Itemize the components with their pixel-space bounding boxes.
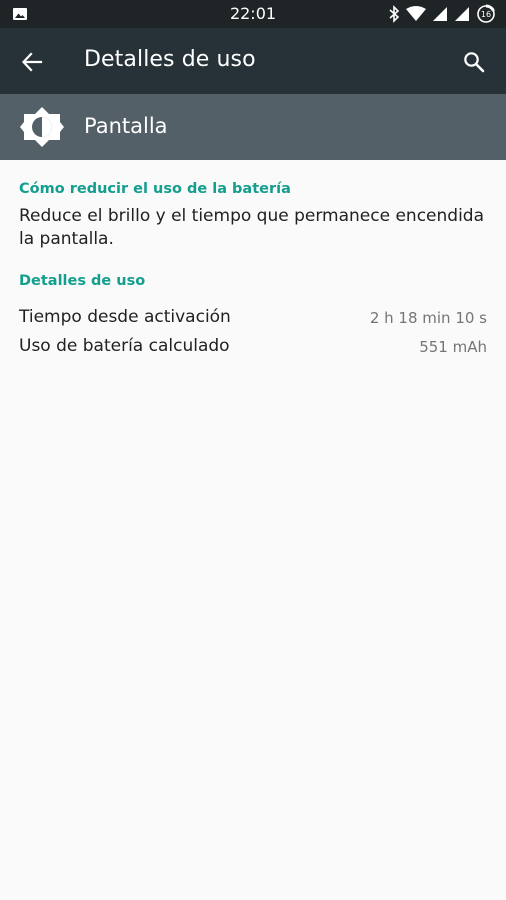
arrow-back-icon xyxy=(21,52,43,72)
row-label: Uso de batería calculado xyxy=(19,336,230,356)
app-bar: Detalles de uso xyxy=(0,28,506,94)
battery-level-text: 16 xyxy=(481,10,491,19)
header-title: Pantalla xyxy=(84,114,168,138)
page-title: Detalles de uso xyxy=(84,47,256,72)
status-icons: 16 xyxy=(388,4,496,24)
tip-section-title: Cómo reducir el uso de la batería xyxy=(19,181,291,197)
usage-row-battery: Uso de batería calculado 551 mAh xyxy=(19,336,487,362)
status-bar: 22:01 16 xyxy=(0,0,506,28)
app-header-band: Pantalla xyxy=(0,94,506,160)
usage-row-time: Tiempo desde activación 2 h 18 min 10 s xyxy=(19,307,487,333)
battery-circle-icon: 16 xyxy=(477,4,495,23)
search-icon xyxy=(464,52,485,73)
signal-icon xyxy=(433,7,447,21)
search-button[interactable] xyxy=(456,44,492,80)
tip-text: Reduce el brillo y el tiempo que permane… xyxy=(19,206,485,249)
wifi-icon xyxy=(406,6,426,21)
row-value: 2 h 18 min 10 s xyxy=(369,309,487,327)
row-label: Tiempo desde activación xyxy=(19,307,231,327)
usage-section-title: Detalles de uso xyxy=(19,273,146,289)
brightness-icon xyxy=(20,107,64,147)
signal-secondary-icon xyxy=(455,7,469,21)
back-button[interactable] xyxy=(14,44,50,80)
bluetooth-icon xyxy=(389,5,400,23)
row-value: 551 mAh xyxy=(419,338,487,356)
